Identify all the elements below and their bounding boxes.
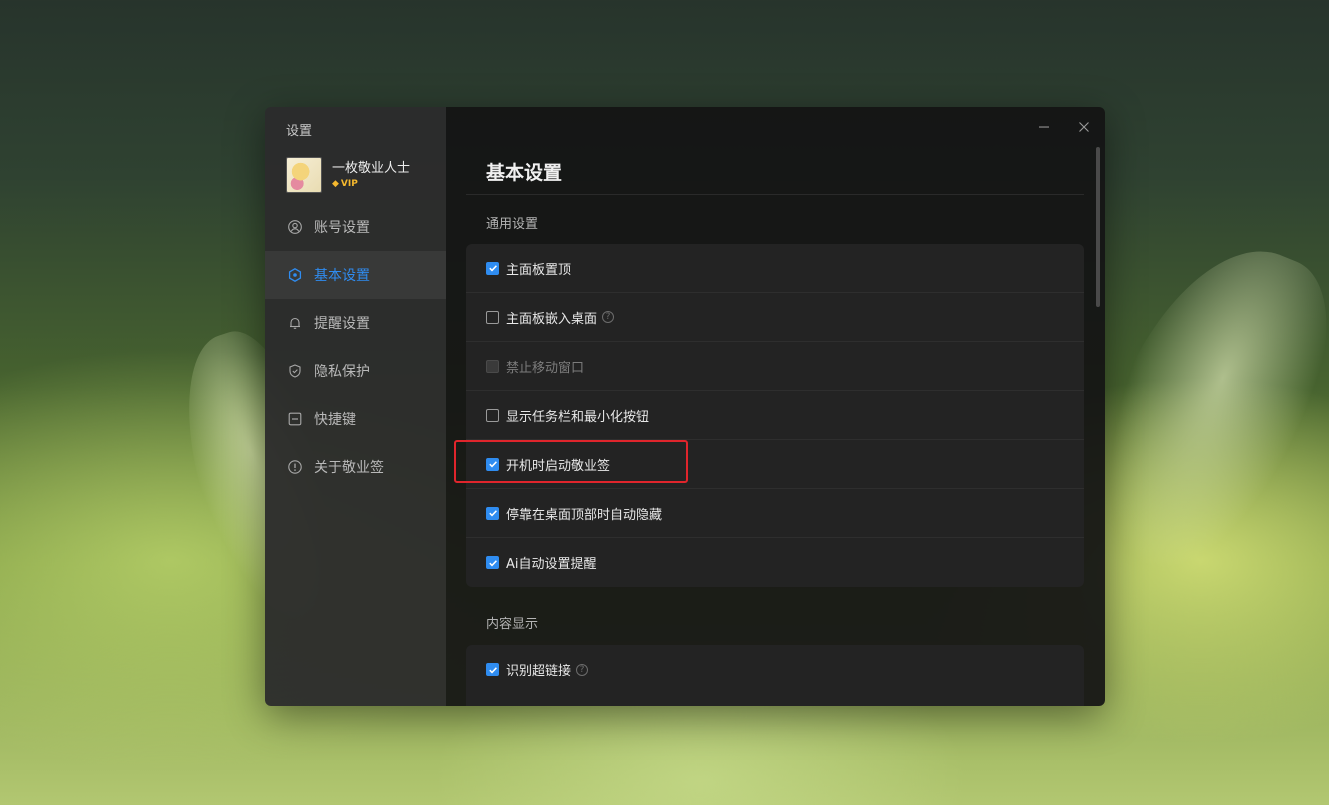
option-ai-reminder[interactable]: Ai自动设置提醒 bbox=[466, 538, 1084, 587]
sidebar-item-label: 隐私保护 bbox=[314, 364, 370, 380]
user-icon bbox=[288, 220, 302, 234]
check-icon bbox=[488, 666, 497, 673]
checkbox bbox=[486, 359, 499, 373]
option-show-taskbar[interactable]: 显示任务栏和最小化按钮 bbox=[466, 391, 1084, 440]
checkbox[interactable] bbox=[486, 408, 499, 422]
close-icon bbox=[1079, 122, 1089, 132]
content-settings-card: 识别超链接 ? bbox=[466, 645, 1084, 706]
checkbox[interactable] bbox=[486, 556, 499, 569]
sidebar-item-basic[interactable]: 基本设置 bbox=[265, 251, 446, 299]
user-profile[interactable]: 一枚敬业人士 ◆ VIP bbox=[286, 157, 410, 193]
sidebar-nav: 账号设置 基本设置 提醒设置 隐私保护 快捷键 关于敬业签 bbox=[265, 203, 446, 491]
minimize-button[interactable] bbox=[1036, 119, 1052, 135]
option-label: 开机时启动敬业签 bbox=[506, 458, 611, 474]
sidebar-item-privacy[interactable]: 隐私保护 bbox=[265, 347, 446, 395]
keyboard-icon bbox=[288, 412, 302, 426]
sidebar-item-account[interactable]: 账号设置 bbox=[265, 203, 446, 251]
help-icon[interactable]: ? bbox=[602, 311, 615, 323]
checkbox[interactable] bbox=[486, 457, 499, 471]
sidebar-item-about[interactable]: 关于敬业签 bbox=[265, 443, 446, 491]
general-settings-card: 主面板置顶 主面板嵌入桌面 ? 禁止移动窗口 显示任务栏和最小化按钮 开机时启动… bbox=[466, 244, 1084, 587]
option-detect-links[interactable]: 识别超链接 ? bbox=[466, 645, 1084, 694]
page-title: 基本设置 bbox=[486, 162, 563, 184]
sidebar-item-label: 账号设置 bbox=[314, 220, 370, 236]
option-pin-top[interactable]: 主面板置顶 bbox=[466, 244, 1084, 293]
vip-badge: ◆ VIP bbox=[332, 179, 358, 189]
check-icon bbox=[488, 461, 497, 468]
sidebar-item-reminder[interactable]: 提醒设置 bbox=[265, 299, 446, 347]
checkbox[interactable] bbox=[486, 261, 499, 275]
shield-icon bbox=[288, 364, 302, 378]
info-icon bbox=[288, 460, 302, 474]
window-title: 设置 bbox=[286, 124, 313, 139]
option-lock-window: 禁止移动窗口 bbox=[466, 342, 1084, 391]
option-label: 主面板嵌入桌面 bbox=[506, 311, 598, 327]
option-auto-hide[interactable]: 停靠在桌面顶部时自动隐藏 bbox=[466, 489, 1084, 538]
scrollbar[interactable] bbox=[1096, 147, 1100, 307]
settings-main: 基本设置 通用设置 主面板置顶 主面板嵌入桌面 ? 禁止移动窗口 显示任务栏和最… bbox=[446, 107, 1105, 706]
option-label: 主面板置顶 bbox=[506, 262, 572, 278]
settings-window: 设置 一枚敬业人士 ◆ VIP 账号设置 基本设置 提醒设置 隐私保护 快捷键 … bbox=[265, 107, 1105, 706]
settings-icon bbox=[288, 268, 302, 282]
avatar[interactable] bbox=[286, 157, 322, 193]
username: 一枚敬业人士 bbox=[332, 161, 411, 176]
checkbox[interactable] bbox=[486, 506, 499, 520]
option-label: Ai自动设置提醒 bbox=[506, 557, 597, 572]
check-icon bbox=[488, 510, 497, 517]
bell-icon bbox=[288, 316, 302, 330]
sidebar-item-label: 快捷键 bbox=[314, 412, 356, 428]
option-label: 禁止移动窗口 bbox=[506, 360, 585, 376]
section-label-content: 内容显示 bbox=[486, 617, 539, 632]
help-icon[interactable]: ? bbox=[576, 663, 589, 676]
sidebar-item-shortcuts[interactable]: 快捷键 bbox=[265, 395, 446, 443]
sidebar-item-label: 基本设置 bbox=[314, 268, 370, 284]
option-label: 显示任务栏和最小化按钮 bbox=[506, 409, 650, 425]
checkbox[interactable] bbox=[486, 663, 499, 676]
option-launch-on-startup[interactable]: 开机时启动敬业签 bbox=[466, 440, 1084, 489]
checkbox[interactable] bbox=[486, 310, 499, 324]
close-button[interactable] bbox=[1076, 119, 1092, 135]
check-icon bbox=[488, 559, 497, 566]
sidebar-item-label: 提醒设置 bbox=[314, 316, 370, 332]
option-label: 停靠在桌面顶部时自动隐藏 bbox=[506, 507, 663, 523]
sidebar-item-label: 关于敬业签 bbox=[314, 460, 384, 476]
minimize-icon bbox=[1039, 126, 1049, 128]
divider bbox=[466, 194, 1084, 195]
check-icon bbox=[488, 265, 497, 272]
option-label: 识别超链接 bbox=[506, 664, 572, 679]
sidebar: 设置 一枚敬业人士 ◆ VIP 账号设置 基本设置 提醒设置 隐私保护 快捷键 … bbox=[265, 107, 446, 706]
diamond-icon: ◆ bbox=[332, 179, 339, 189]
option-embed-desktop[interactable]: 主面板嵌入桌面 ? bbox=[466, 293, 1084, 342]
section-label-general: 通用设置 bbox=[486, 217, 539, 232]
